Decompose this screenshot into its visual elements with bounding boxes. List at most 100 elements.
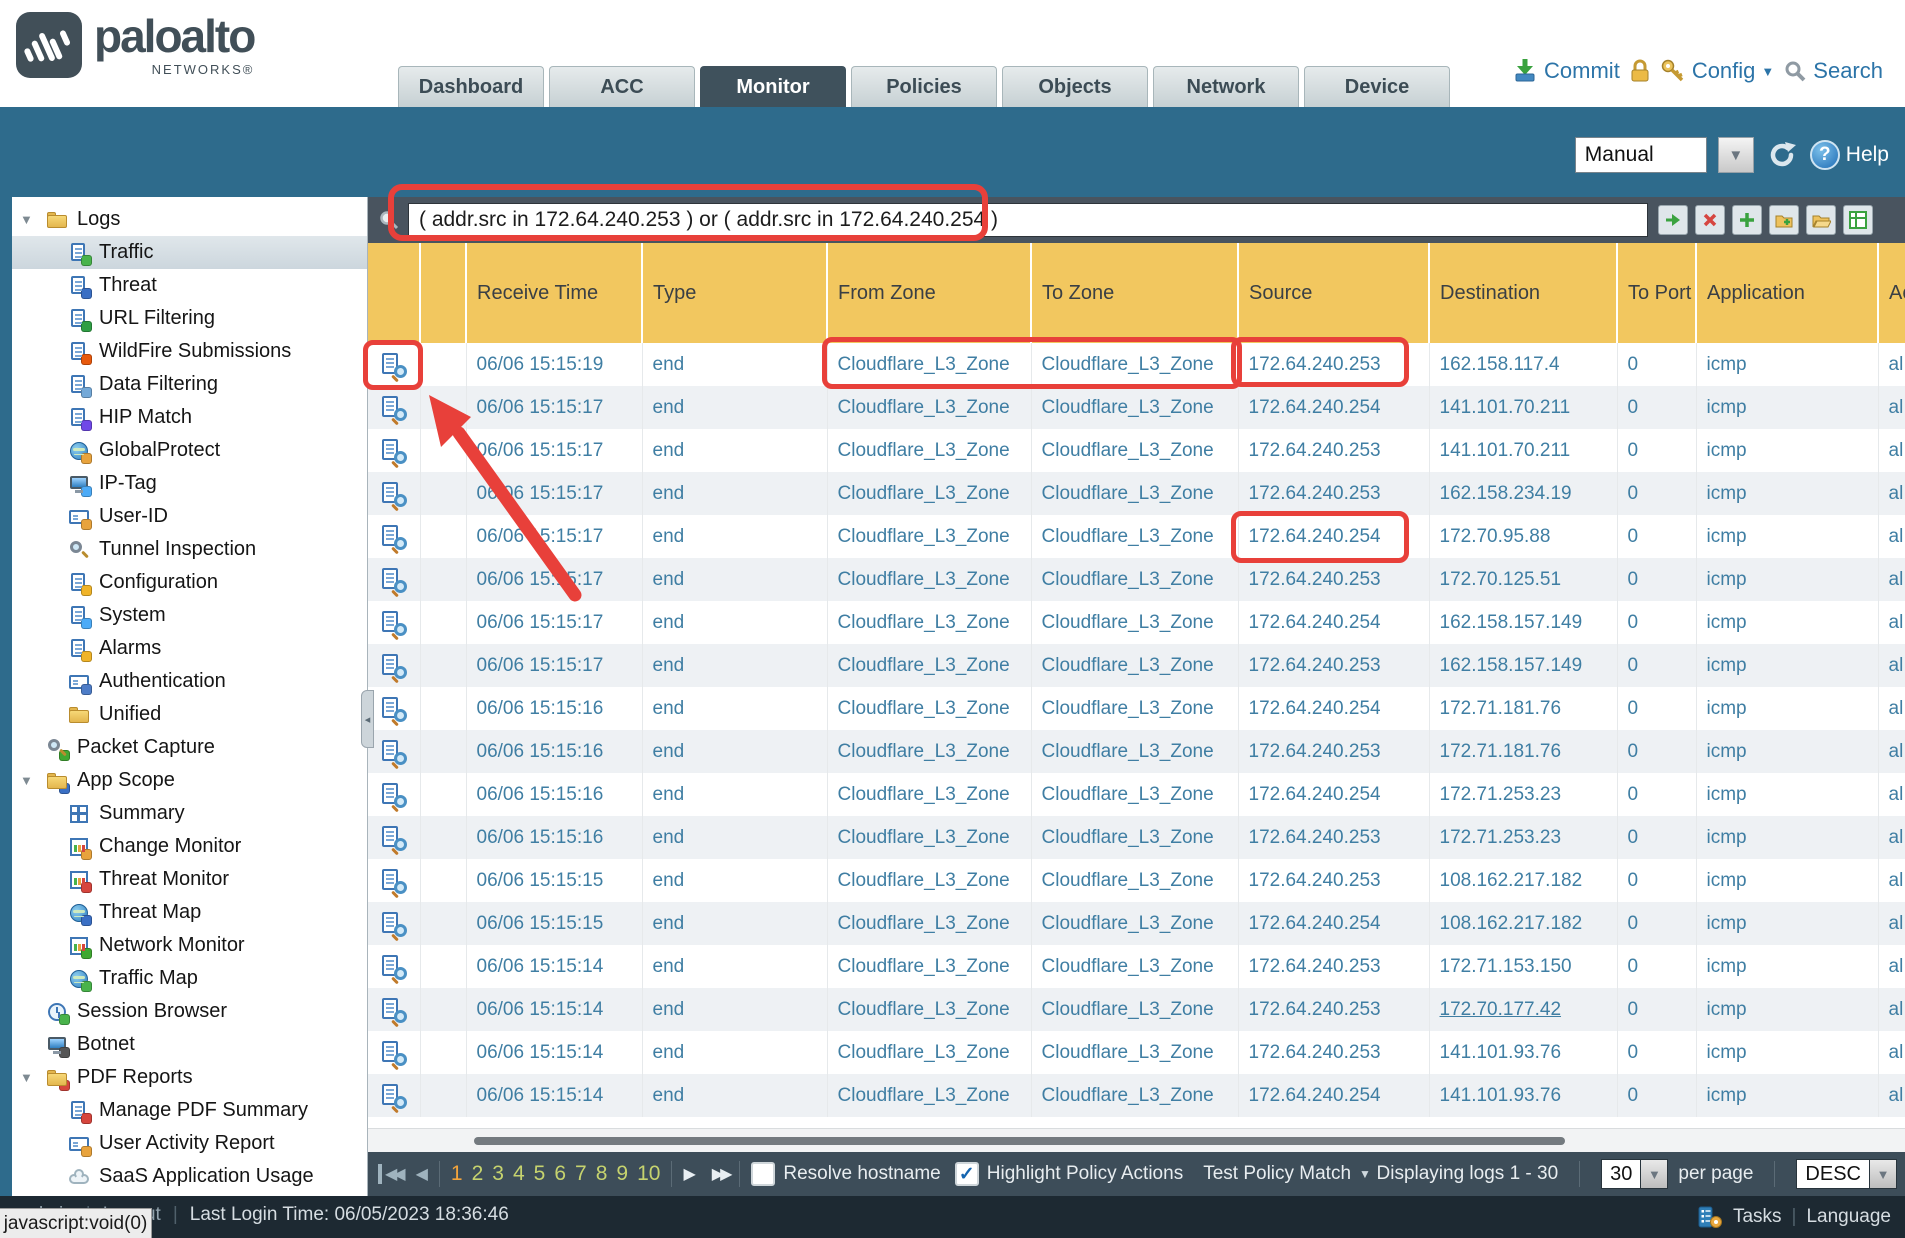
sidebar-item-data-filtering[interactable]: Data Filtering [12, 368, 367, 401]
tree-expander-icon[interactable]: ▼ [20, 773, 46, 788]
log-detail-icon[interactable] [381, 481, 407, 507]
log-detail-icon[interactable] [381, 739, 407, 765]
tab-acc[interactable]: ACC [549, 66, 695, 107]
sidebar-item-alarms[interactable]: Alarms [12, 632, 367, 665]
sidebar-item-saas-application-usage[interactable]: SaaS Application Usage [12, 1160, 367, 1193]
column-header-detail[interactable] [368, 243, 420, 343]
page-10[interactable]: 10 [637, 1162, 660, 1186]
log-detail-icon[interactable] [381, 653, 407, 679]
last-page-button[interactable]: ▶▶ [712, 1164, 729, 1184]
sidebar-item-unified[interactable]: Unified [12, 698, 367, 731]
page-8[interactable]: 8 [596, 1162, 608, 1186]
log-detail-icon[interactable] [381, 1083, 407, 1109]
scrollbar-thumb[interactable] [474, 1137, 1565, 1145]
lock-icon[interactable] [1629, 58, 1651, 84]
commit-button[interactable]: Commit [1512, 58, 1620, 84]
sidebar-item-change-monitor[interactable]: Change Monitor [12, 830, 367, 863]
column-header-receive-time[interactable]: Receive Time [466, 243, 642, 343]
log-detail-icon[interactable] [381, 1040, 407, 1066]
column-header-destination[interactable]: Destination [1429, 243, 1617, 343]
tree-expander-icon[interactable]: ▼ [20, 212, 46, 227]
refresh-icon[interactable] [1766, 139, 1798, 171]
sidebar-item-packet-capture[interactable]: Packet Capture [12, 731, 367, 764]
column-header-flag[interactable] [420, 243, 466, 343]
filter-query-input[interactable] [408, 203, 1648, 237]
sidebar-item-tunnel-inspection[interactable]: Tunnel Inspection [12, 533, 367, 566]
sort-order-select[interactable]: DESC ▼ [1796, 1159, 1897, 1189]
tab-device[interactable]: Device [1304, 66, 1450, 107]
clear-filter-button[interactable] [1695, 205, 1725, 235]
sidebar-item-hip-match[interactable]: HIP Match [12, 401, 367, 434]
refresh-mode-select[interactable]: Manual [1575, 137, 1707, 173]
tree-expander-icon[interactable]: ▼ [20, 1070, 46, 1085]
sidebar-item-user-activity-report[interactable]: User Activity Report [12, 1127, 367, 1160]
column-header-type[interactable]: Type [642, 243, 827, 343]
cell-destination[interactable]: 172.70.177.42 [1429, 988, 1617, 1031]
page-6[interactable]: 6 [554, 1162, 566, 1186]
test-policy-match-button[interactable]: Test Policy Match ▼ [1203, 1163, 1371, 1185]
sidebar-item-session-browser[interactable]: Session Browser [12, 995, 367, 1028]
log-detail-icon[interactable] [381, 524, 407, 550]
tab-policies[interactable]: Policies [851, 66, 997, 107]
column-header-from-zone[interactable]: From Zone [827, 243, 1031, 343]
page-5[interactable]: 5 [534, 1162, 546, 1186]
horizontal-scrollbar[interactable] [368, 1128, 1905, 1152]
sidebar-collapse-handle[interactable]: ◂ [361, 690, 374, 748]
page-7[interactable]: 7 [575, 1162, 587, 1186]
log-detail-icon[interactable] [381, 696, 407, 722]
page-1[interactable]: 1 [451, 1162, 463, 1186]
log-detail-icon[interactable] [381, 911, 407, 937]
export-csv-button[interactable] [1843, 205, 1873, 235]
tab-dashboard[interactable]: Dashboard [398, 66, 544, 107]
page-4[interactable]: 4 [513, 1162, 525, 1186]
load-filter-button[interactable] [1806, 205, 1836, 235]
resolve-hostname-checkbox[interactable] [751, 1162, 775, 1186]
log-detail-icon[interactable] [381, 438, 407, 464]
refresh-mode-dropdown-button[interactable]: ▼ [1718, 137, 1754, 173]
log-detail-icon[interactable] [381, 395, 407, 421]
column-header-action[interactable]: Ac [1878, 243, 1905, 343]
language-button[interactable]: Language [1806, 1206, 1891, 1228]
log-detail-icon[interactable] [381, 782, 407, 808]
per-page-select[interactable]: 30 ▼ [1601, 1159, 1668, 1189]
tab-objects[interactable]: Objects [1002, 66, 1148, 107]
sidebar-item-threat-map[interactable]: Threat Map [12, 896, 367, 929]
apply-filter-button[interactable] [1658, 205, 1688, 235]
sidebar-item-app-scope[interactable]: ▼App Scope [12, 764, 367, 797]
log-detail-icon[interactable] [381, 567, 407, 593]
first-page-button[interactable]: ◀◀ [378, 1164, 402, 1184]
sidebar-item-summary[interactable]: Summary [12, 797, 367, 830]
sidebar-item-wildfire-submissions[interactable]: WildFire Submissions [12, 335, 367, 368]
config-menu[interactable]: Config ▼ [1660, 58, 1774, 84]
log-detail-icon[interactable] [381, 825, 407, 851]
column-header-to-port[interactable]: To Port [1617, 243, 1696, 343]
sidebar-item-manage-pdf-summary[interactable]: Manage PDF Summary [12, 1094, 367, 1127]
log-detail-icon[interactable] [381, 954, 407, 980]
highlight-policy-actions-checkbox[interactable] [955, 1162, 979, 1186]
sidebar-item-traffic[interactable]: Traffic [12, 236, 367, 269]
sidebar-item-traffic-map[interactable]: Traffic Map [12, 962, 367, 995]
sidebar-item-url-filtering[interactable]: URL Filtering [12, 302, 367, 335]
page-2[interactable]: 2 [472, 1162, 484, 1186]
page-3[interactable]: 3 [492, 1162, 504, 1186]
sidebar-item-network-monitor[interactable]: Network Monitor [12, 929, 367, 962]
sidebar-item-ip-tag[interactable]: IP-Tag [12, 467, 367, 500]
sidebar-item-system[interactable]: System [12, 599, 367, 632]
sidebar-item-logs[interactable]: ▼Logs [12, 203, 367, 236]
column-header-application[interactable]: Application [1696, 243, 1878, 343]
save-filter-button[interactable] [1769, 205, 1799, 235]
search-button[interactable]: Search [1783, 58, 1883, 84]
sidebar-item-threat[interactable]: Threat [12, 269, 367, 302]
tasks-button[interactable]: Tasks [1733, 1206, 1782, 1228]
sidebar-item-threat-monitor[interactable]: Threat Monitor [12, 863, 367, 896]
sidebar-item-botnet[interactable]: Botnet [12, 1028, 367, 1061]
sidebar-item-authentication[interactable]: Authentication [12, 665, 367, 698]
log-detail-icon[interactable] [381, 610, 407, 636]
log-detail-icon[interactable] [381, 352, 407, 378]
tab-monitor[interactable]: Monitor [700, 66, 846, 107]
page-9[interactable]: 9 [616, 1162, 628, 1186]
prev-page-button[interactable]: ◀ [416, 1164, 428, 1184]
sidebar-item-globalprotect[interactable]: GlobalProtect [12, 434, 367, 467]
next-page-button[interactable]: ▶ [683, 1164, 695, 1184]
sidebar-item-pdf-reports[interactable]: ▼PDF Reports [12, 1061, 367, 1094]
